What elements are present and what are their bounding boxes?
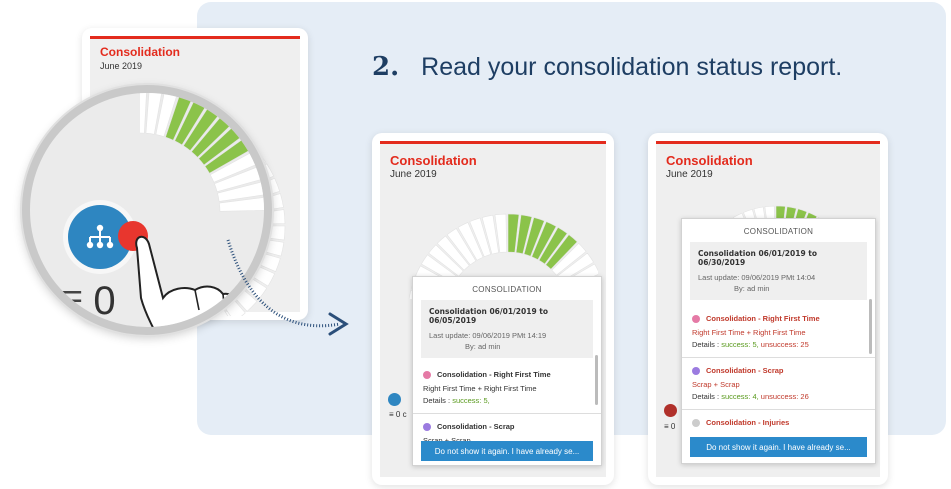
card-title: Consolidation [100, 45, 180, 59]
popup-header: CONSOLIDATION [743, 227, 814, 236]
updated-by: By: ad min [465, 342, 501, 351]
dismiss-button[interactable]: Do not show it again. I have already se.… [690, 437, 867, 457]
counter-value: 0 [93, 279, 116, 323]
popup-info: Consolidation 06/01/2019 to 06/30/2019 L… [690, 242, 867, 300]
status-dot [423, 422, 431, 431]
section-title: Consolidation - Injuries [692, 418, 865, 427]
item-counter: ☰ 0 [60, 279, 116, 324]
section-title: Consolidation - Scrap [692, 366, 865, 375]
date-range: Consolidation 06/01/2019 to 06/05/2019 [429, 307, 549, 325]
section-formula: Right First Time + Right First Time [423, 384, 537, 393]
section-formula: Scrap + Scrap [692, 380, 740, 389]
section-title: Consolidation - Scrap [423, 422, 591, 431]
section-title: Consolidation - Right First Time [423, 370, 591, 379]
item-counter: ≡ 0 [664, 422, 676, 431]
step-heading: 2. Read your consolidation status report… [372, 52, 842, 82]
last-update: Last update: 09/06/2019 PMt 14:19 [429, 331, 547, 340]
consolidation-popup: CONSOLIDATION Consolidation 06/01/2019 t… [681, 218, 876, 464]
accent-bar [90, 36, 300, 39]
step-number: 2. [372, 52, 400, 82]
scrollbar[interactable] [595, 355, 598, 405]
card-date: June 2019 [390, 169, 437, 180]
status-dot [692, 418, 700, 427]
dismiss-button[interactable]: Do not show it again. I have already se.… [421, 441, 593, 461]
tutorial-illustration: 2. Read your consolidation status report… [0, 0, 951, 489]
scrollbar[interactable] [869, 299, 872, 354]
hierarchy-icon[interactable] [664, 404, 677, 417]
curved-arrow-icon [226, 239, 349, 336]
section-title: Consolidation - Right First Time [692, 314, 865, 323]
status-dot [423, 370, 431, 379]
date-range: Consolidation 06/01/2019 to 06/30/2019 [698, 249, 818, 267]
hierarchy-icon[interactable] [388, 393, 401, 406]
card-title: Consolidation [390, 153, 477, 168]
accent-bar [656, 141, 880, 144]
section-details: Details : success: 5, [423, 396, 490, 405]
item-counter: ≡ 0 c [389, 410, 407, 419]
updated-by: By: ad min [734, 284, 770, 293]
popup-header: CONSOLIDATION [472, 285, 542, 294]
accent-bar [380, 141, 606, 144]
section-details: Details : success: 4, unsuccess: 26 [692, 392, 809, 401]
status-dot [692, 366, 700, 375]
section-details: Details : success: 5, unsuccess: 25 [692, 340, 809, 349]
section-formula: Right First Time + Right First Time [692, 328, 806, 337]
last-update: Last update: 09/06/2019 PMt 14:04 [698, 273, 816, 282]
card-title: Consolidation [666, 153, 753, 168]
popup-info: Consolidation 06/01/2019 to 06/05/2019 L… [421, 300, 593, 358]
popup-section: Consolidation - Right First Time Right F… [682, 306, 875, 358]
popup-section: Consolidation - Injuries [682, 410, 875, 435]
popup-section: Consolidation - Scrap Scrap + Scrap Deta… [682, 358, 875, 410]
status-dot [692, 314, 700, 323]
consolidation-popup: CONSOLIDATION Consolidation 06/01/2019 t… [412, 276, 602, 466]
popup-section: Consolidation - Right First Time Right F… [413, 362, 601, 414]
card-date: June 2019 [666, 169, 713, 180]
step-text: Read your consolidation status report. [421, 53, 843, 81]
hierarchy-icon [86, 224, 114, 249]
list-icon: ☰ [60, 286, 84, 316]
card-date: June 2019 [100, 61, 143, 71]
